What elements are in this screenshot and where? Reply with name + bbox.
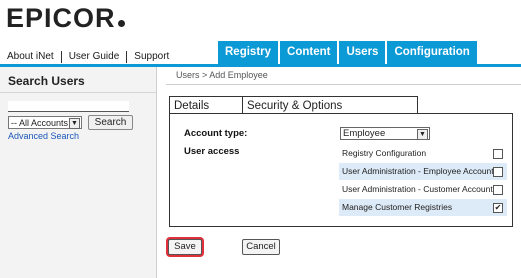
- account-type-value: Employee: [343, 128, 386, 139]
- tab-registry[interactable]: Registry: [218, 41, 279, 64]
- divider: [0, 92, 156, 93]
- tab-configuration[interactable]: Configuration: [387, 41, 477, 64]
- access-item-label: User Administration - Employee Accounts: [342, 166, 498, 176]
- tab-content[interactable]: Content: [280, 41, 338, 64]
- access-item-label: Registry Configuration: [342, 148, 427, 158]
- save-button[interactable]: Save: [168, 239, 202, 255]
- user-guide-link[interactable]: User Guide: [60, 51, 127, 63]
- chevron-down-icon: ▼: [417, 129, 428, 140]
- tab-security-options[interactable]: Security & Options: [242, 96, 418, 114]
- chevron-down-icon: ▼: [69, 118, 80, 129]
- support-link[interactable]: Support: [126, 51, 176, 63]
- divider: [166, 84, 521, 85]
- account-filter-select[interactable]: -- All Accounts -- ▼: [8, 116, 82, 129]
- advanced-search-link[interactable]: Advanced Search: [8, 131, 79, 141]
- search-sidebar: Search Users -- All Accounts -- ▼ Search…: [0, 67, 157, 278]
- cancel-button[interactable]: Cancel: [242, 239, 280, 255]
- user-access-label: User access: [184, 146, 240, 157]
- access-item-label: User Administration - Customer Accounts: [342, 184, 497, 194]
- access-row-customer-accounts: User Administration - Customer Accounts: [339, 181, 507, 198]
- access-checkbox[interactable]: ✔: [493, 203, 503, 213]
- access-checkbox[interactable]: [493, 149, 503, 159]
- search-button[interactable]: Search: [88, 115, 133, 130]
- main-tabs: Registry Content Users Configuration: [218, 41, 479, 64]
- search-input[interactable]: [8, 101, 129, 112]
- access-row-registry-configuration: Registry Configuration: [339, 145, 507, 162]
- about-inet-link[interactable]: About iNet: [0, 51, 61, 63]
- breadcrumb: Users > Add Employee: [176, 70, 268, 80]
- access-row-manage-customer-registries: Manage Customer Registries ✔: [339, 199, 507, 216]
- account-type-select[interactable]: Employee ▼: [340, 127, 430, 140]
- tab-details[interactable]: Details: [169, 96, 243, 114]
- access-checkbox[interactable]: [493, 167, 503, 177]
- account-filter-value: -- All Accounts --: [11, 118, 77, 128]
- account-type-label: Account type:: [184, 128, 248, 139]
- tab-users[interactable]: Users: [339, 41, 386, 64]
- sidebar-title: Search Users: [8, 74, 85, 88]
- user-access-list: Registry Configuration User Administrati…: [339, 145, 507, 217]
- access-checkbox[interactable]: [493, 185, 503, 195]
- access-row-employee-accounts: User Administration - Employee Accounts: [339, 163, 507, 180]
- epicor-logo: EPICOR: [6, 3, 125, 34]
- access-item-label: Manage Customer Registries: [342, 202, 453, 212]
